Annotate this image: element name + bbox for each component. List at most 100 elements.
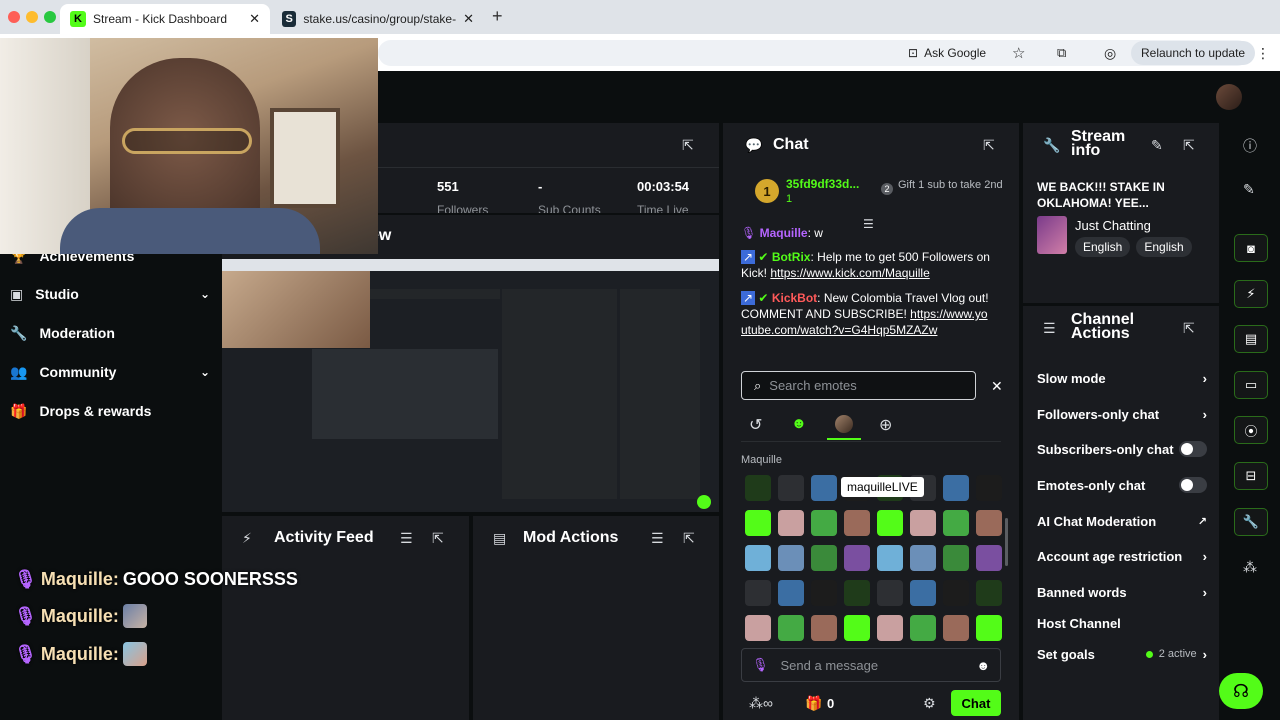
chat-settings-gear-icon[interactable]: ⚙: [923, 695, 936, 712]
sidebar-item-studio[interactable]: ▣ Studio ⌄: [10, 283, 210, 305]
emote-tile[interactable]: [745, 615, 771, 641]
chat-username[interactable]: KickBot: [772, 291, 817, 305]
emote-tile[interactable]: [910, 615, 936, 641]
address-bar[interactable]: [378, 40, 1250, 66]
emote-scrollbar[interactable]: [1005, 518, 1008, 566]
emote-tile[interactable]: [943, 615, 969, 641]
relaunch-button[interactable]: Relaunch to update: [1131, 41, 1256, 65]
slow-mode-row[interactable]: Slow mode ›: [1037, 367, 1207, 389]
emote-tile[interactable]: [976, 545, 1002, 571]
emote-tile[interactable]: [976, 615, 1002, 641]
account-age-row[interactable]: Account age restriction ›: [1037, 545, 1207, 567]
camera-rail-button[interactable]: ◙: [1234, 234, 1268, 262]
emote-tile[interactable]: [745, 580, 771, 606]
emote-tile[interactable]: [778, 545, 804, 571]
maximize-window-dot[interactable]: [44, 11, 56, 23]
set-goals-row[interactable]: Set goals 2 active ›: [1037, 643, 1207, 665]
expand-icon[interactable]: ⇱: [983, 137, 995, 154]
subscribers-only-toggle[interactable]: [1179, 441, 1207, 457]
filter-icon[interactable]: ☰: [651, 530, 664, 547]
sidebar-item-community[interactable]: 👥 Community ⌄: [10, 361, 210, 383]
emote-tile[interactable]: [745, 510, 771, 536]
emote-tile[interactable]: [844, 615, 870, 641]
pencil-icon[interactable]: ✎: [1243, 181, 1255, 198]
close-emote-picker-icon[interactable]: ✕: [991, 378, 1003, 395]
emote-tile[interactable]: [778, 615, 804, 641]
emote-tile[interactable]: [877, 615, 903, 641]
cast-icon[interactable]: ⧉: [1057, 42, 1066, 64]
filter-icon[interactable]: ☰: [400, 530, 413, 547]
user-avatar[interactable]: [1216, 84, 1242, 110]
emote-tile[interactable]: [910, 545, 936, 571]
emote-tile[interactable]: [811, 580, 837, 606]
emote-tile[interactable]: [943, 475, 969, 501]
channel-emotes-tab[interactable]: [835, 415, 853, 433]
emote-tile[interactable]: [976, 510, 1002, 536]
emote-tile[interactable]: [811, 615, 837, 641]
expand-icon[interactable]: ⇱: [1183, 137, 1195, 154]
wrench-rail-button[interactable]: 🔧: [1234, 508, 1268, 536]
chat-rail-button[interactable]: ▭: [1234, 371, 1268, 399]
expand-icon[interactable]: ⇱: [432, 530, 444, 547]
followers-only-row[interactable]: Followers-only chat ›: [1037, 403, 1207, 425]
emote-tile[interactable]: [943, 510, 969, 536]
emote-tile[interactable]: [943, 545, 969, 571]
stream-preview-video[interactable]: [222, 259, 719, 512]
emote-tile[interactable]: [811, 475, 837, 501]
bookmark-star-icon[interactable]: ☆: [1012, 42, 1025, 64]
emote-tile[interactable]: [778, 580, 804, 606]
emoji-icon[interactable]: ☻: [976, 658, 990, 673]
profile-icon[interactable]: ◎: [1104, 42, 1116, 64]
support-headset-button[interactable]: ☊: [1219, 673, 1263, 709]
emote-tile[interactable]: [910, 580, 936, 606]
sidebar-item-drops-rewards[interactable]: 🎁 Drops & rewards: [10, 400, 151, 422]
send-chat-button[interactable]: Chat: [951, 690, 1001, 716]
emote-tile[interactable]: [811, 510, 837, 536]
close-window-dot[interactable]: [8, 11, 20, 23]
top-gifter-username[interactable]: 35fd9df33d...: [786, 177, 859, 191]
emotes-only-toggle[interactable]: [1179, 477, 1207, 493]
emote-tile[interactable]: [877, 545, 903, 571]
edit-pencil-icon[interactable]: ✎: [1151, 137, 1163, 154]
emote-tile[interactable]: [976, 580, 1002, 606]
ai-moderation-row[interactable]: AI Chat Moderation ↗: [1037, 510, 1207, 532]
viewers-infinity-icon[interactable]: ⁂∞: [749, 695, 773, 712]
tab-kick-dashboard[interactable]: K Stream - Kick Dashboard ✕: [60, 4, 270, 34]
chat-username[interactable]: BotRix: [772, 250, 811, 264]
collapse-pinned-icon[interactable]: ☰: [863, 217, 874, 231]
emotes-only-row[interactable]: Emotes-only chat: [1037, 474, 1207, 496]
banned-words-row[interactable]: Banned words ›: [1037, 581, 1207, 603]
emote-tile[interactable]: [745, 545, 771, 571]
notes-rail-button[interactable]: ▤: [1234, 325, 1268, 353]
emote-tile[interactable]: [943, 580, 969, 606]
gift-sub-prompt[interactable]: Gift 1 sub to take 2nd: [898, 180, 1008, 191]
chat-username[interactable]: Maquille: [760, 226, 808, 239]
emote-search-input[interactable]: ⌕ Search emotes: [741, 371, 976, 400]
emote-tile[interactable]: [877, 510, 903, 536]
emote-tile[interactable]: [778, 475, 804, 501]
lightning-rail-button[interactable]: ⚡: [1234, 280, 1268, 308]
expand-icon[interactable]: ⇱: [683, 530, 695, 547]
tab-stake[interactable]: S stake.us/casino/group/stake- ✕: [272, 4, 484, 34]
subscribers-only-row[interactable]: Subscribers-only chat: [1037, 438, 1207, 460]
emote-tile[interactable]: [844, 510, 870, 536]
community-icon[interactable]: ⁂: [1243, 559, 1257, 576]
kick-emotes-icon[interactable]: ☻: [791, 415, 807, 432]
emote-tile[interactable]: [976, 475, 1002, 501]
emote-tile[interactable]: [745, 475, 771, 501]
emote-tile[interactable]: [877, 580, 903, 606]
expand-icon[interactable]: ⇱: [1183, 320, 1195, 337]
close-tab-icon[interactable]: ✕: [463, 11, 474, 27]
minimize-window-dot[interactable]: [26, 11, 38, 23]
recent-emotes-icon[interactable]: ↺: [749, 415, 762, 435]
close-tab-icon[interactable]: ✕: [249, 11, 260, 27]
new-tab-button[interactable]: +: [492, 6, 503, 27]
sidebar-item-moderation[interactable]: 🔧 Moderation: [10, 322, 115, 344]
global-emotes-icon[interactable]: ⊕: [879, 415, 892, 435]
browser-menu-icon[interactable]: ⋮: [1256, 42, 1270, 64]
layout-rail-button[interactable]: ⊟: [1234, 462, 1268, 490]
gift-icon[interactable]: 🎁: [805, 695, 822, 712]
emote-tile[interactable]: [778, 510, 804, 536]
emote-tile[interactable]: [844, 580, 870, 606]
chat-link[interactable]: https://www.kick.com/Maquille: [770, 266, 929, 280]
